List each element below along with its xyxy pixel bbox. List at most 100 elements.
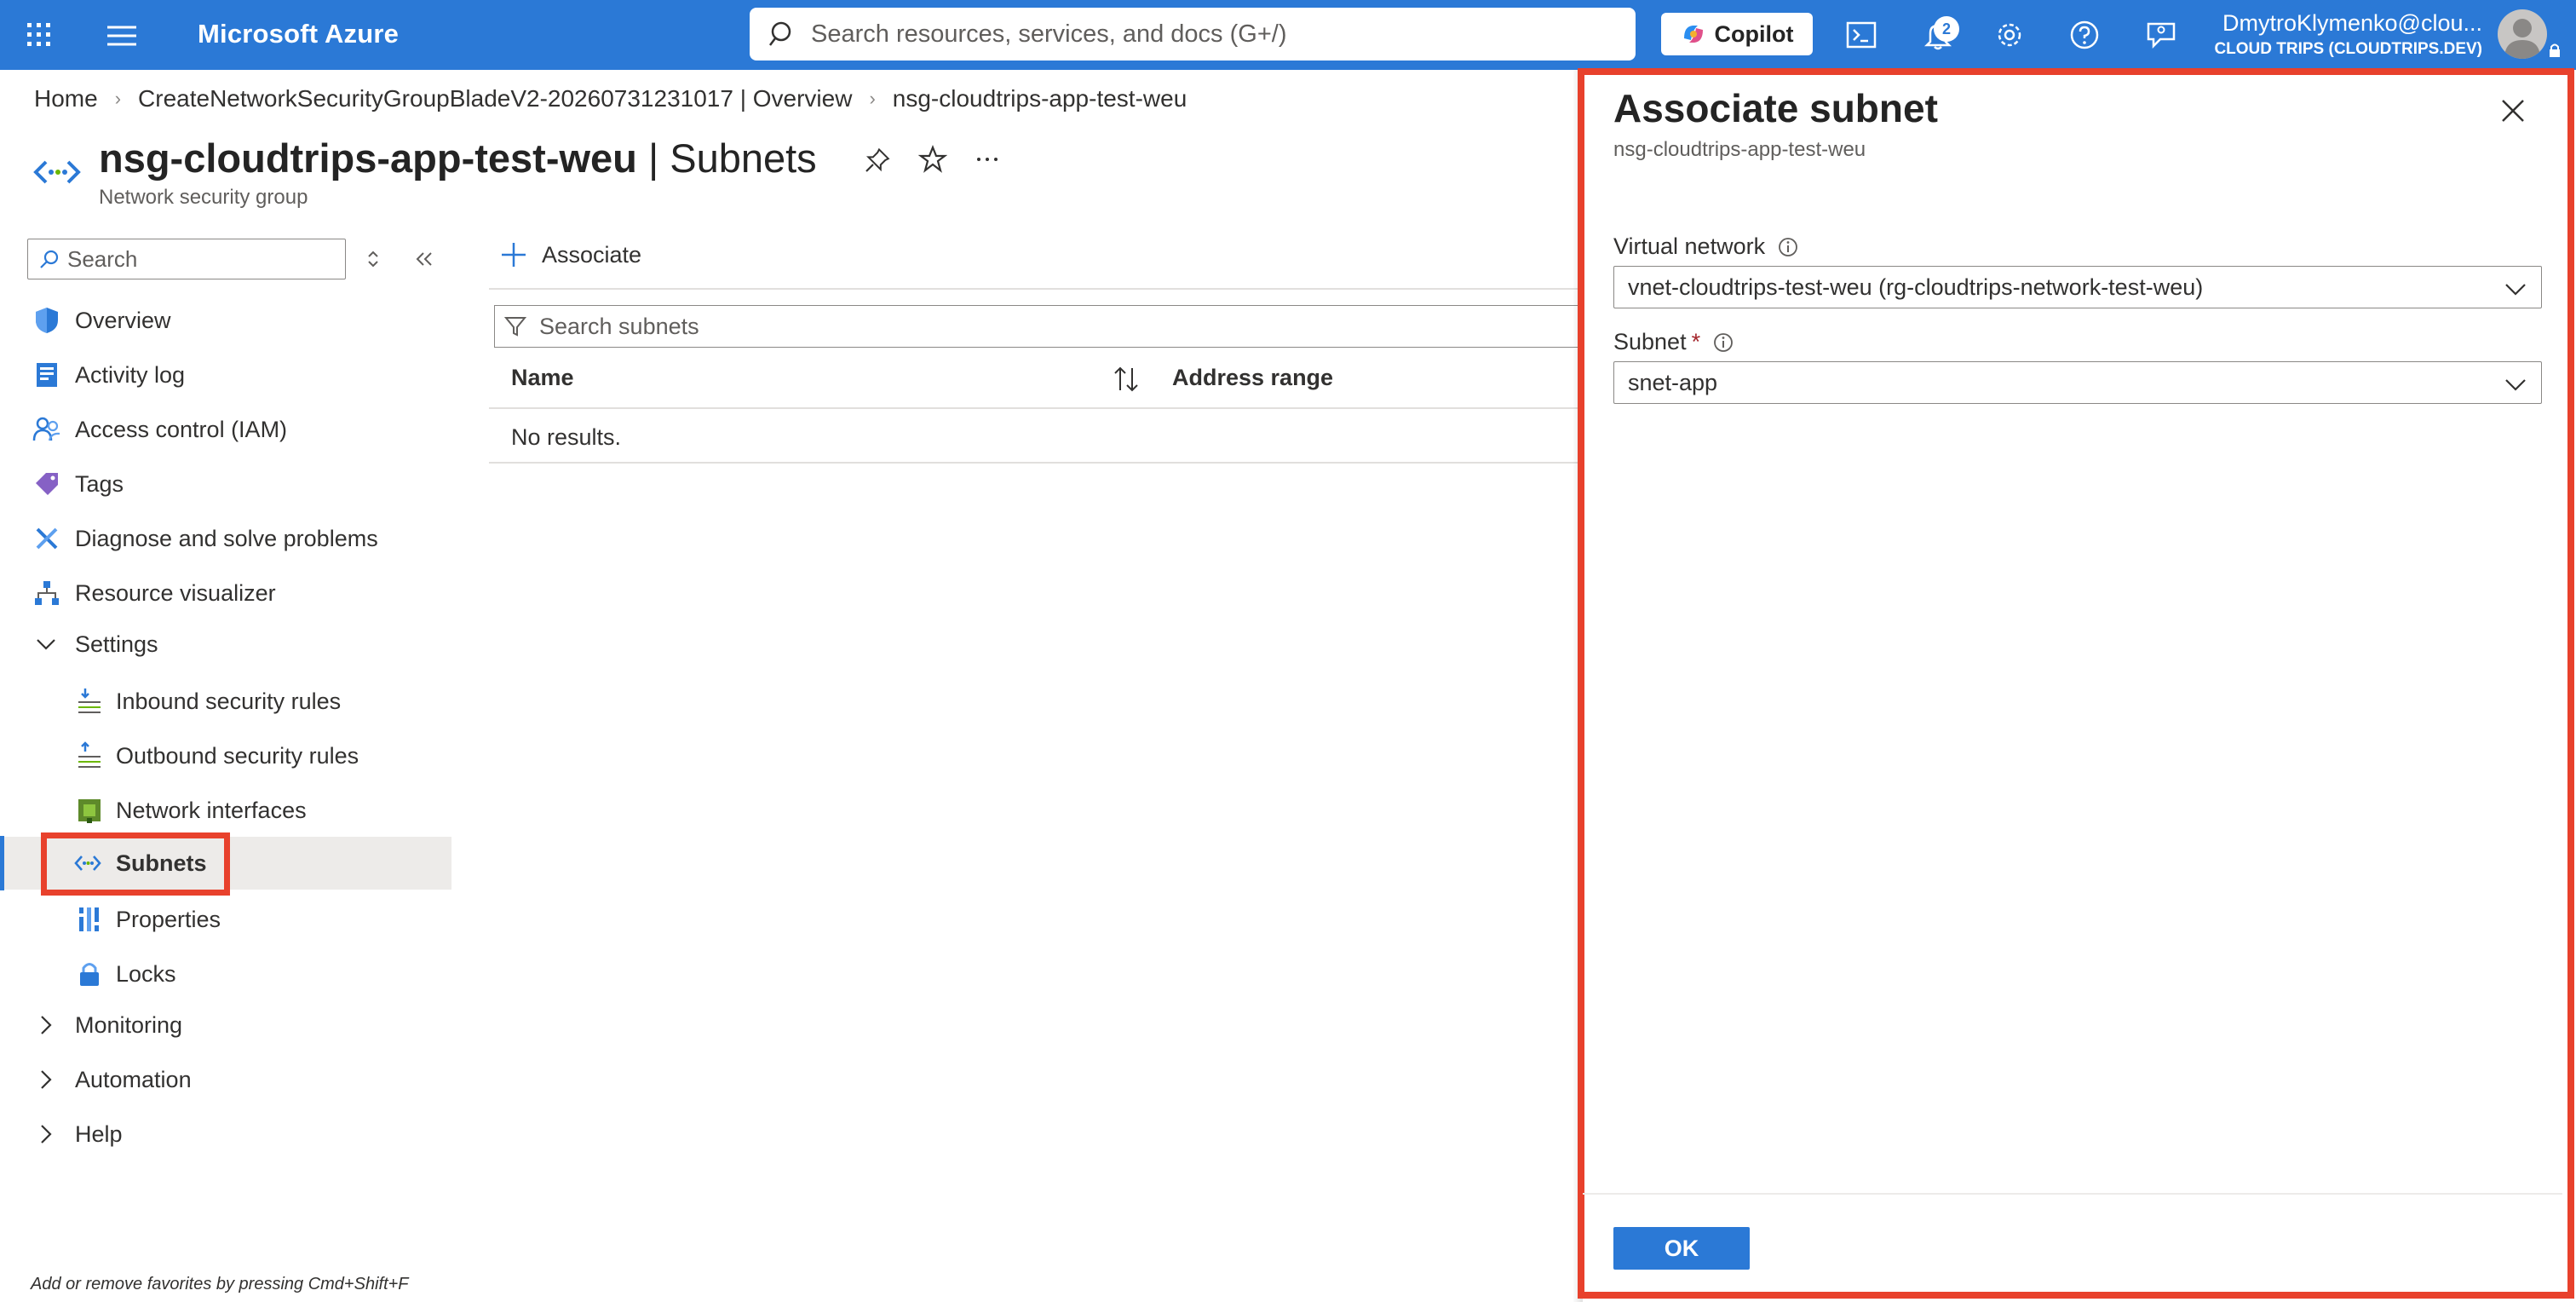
sidebar-item-outbound-rules[interactable]: Outbound security rules — [0, 729, 451, 782]
chevron-right-icon — [41, 1125, 52, 1144]
chevron-down-icon — [2505, 284, 2526, 296]
virtual-network-label-text: Virtual network — [1613, 233, 1766, 259]
sort-icon[interactable] — [1111, 365, 1141, 394]
chevron-right-icon — [41, 1070, 52, 1089]
search-subnets-input[interactable]: Search subnets — [494, 305, 1601, 348]
app-launcher-icon[interactable] — [26, 21, 53, 49]
inbound-rules-icon — [78, 688, 101, 713]
sidebar-item-overview[interactable]: Overview — [0, 294, 451, 347]
breadcrumb-resource[interactable]: nsg-cloudtrips-app-test-weu — [893, 85, 1187, 112]
panel-subtitle: nsg-cloudtrips-app-test-weu — [1613, 138, 1866, 161]
sidebar-item-label: Monitoring — [75, 1011, 183, 1038]
menu-icon[interactable] — [106, 24, 138, 48]
page-title-resource: nsg-cloudtrips-app-test-weu — [99, 135, 637, 181]
sidebar-item-diagnose[interactable]: Diagnose and solve problems — [0, 512, 451, 565]
sidebar-item-inbound-rules[interactable]: Inbound security rules — [0, 675, 451, 728]
star-icon[interactable] — [918, 145, 947, 174]
pin-icon[interactable] — [864, 145, 893, 174]
page-title-section: | Subnets — [636, 135, 817, 181]
shield-icon — [36, 308, 58, 333]
panel-footer-divider — [1583, 1193, 2562, 1195]
sidebar-item-label: Locks — [116, 960, 176, 987]
top-bar: Microsoft Azure Search resources, servic… — [0, 0, 2576, 70]
copilot-logo-icon — [1683, 26, 1703, 43]
sidebar-group-help[interactable]: Help — [0, 1108, 451, 1161]
sidebar-item-label: Help — [75, 1121, 123, 1147]
avatar[interactable] — [2498, 9, 2547, 59]
sidebar-group-automation[interactable]: Automation — [0, 1053, 451, 1106]
sidebar-item-label: Tags — [75, 470, 124, 497]
sidebar-item-label: Settings — [75, 631, 158, 657]
info-icon[interactable] — [1777, 236, 1799, 258]
sidebar-item-activity-log[interactable]: Activity log — [0, 349, 451, 401]
brand-title[interactable]: Microsoft Azure — [198, 19, 399, 49]
associate-button[interactable]: Associate — [499, 240, 641, 269]
sidebar-item-label: Properties — [116, 906, 221, 932]
breadcrumb-deployment[interactable]: CreateNetworkSecurityGroupBladeV2-202607… — [138, 85, 852, 112]
close-icon[interactable] — [2498, 95, 2528, 126]
plus-icon — [502, 243, 526, 267]
required-marker: * — [1691, 329, 1701, 354]
nsg-subnet-icon — [33, 160, 81, 184]
chevron-down-icon — [2505, 379, 2526, 391]
user-silhouette-icon — [2504, 19, 2540, 59]
sidebar-item-properties[interactable]: Properties — [0, 893, 451, 946]
selected-indicator — [0, 836, 4, 890]
activity-log-icon — [37, 363, 57, 387]
global-search-input[interactable]: Search resources, services, and docs (G+… — [750, 8, 1636, 60]
panel-title: Associate subnet — [1613, 86, 1938, 130]
sidebar-item-resource-visualizer[interactable]: Resource visualizer — [0, 567, 451, 619]
lock-icon — [2550, 43, 2560, 57]
associate-label: Associate — [542, 241, 642, 268]
properties-icon — [78, 907, 101, 931]
sidebar-group-settings[interactable]: Settings — [0, 618, 451, 671]
sidebar-item-label: Inbound security rules — [116, 688, 342, 714]
sidebar-group-monitoring[interactable]: Monitoring — [0, 999, 451, 1051]
sidebar-item-label: Overview — [75, 307, 171, 333]
collapse-sidebar-icon[interactable] — [412, 247, 436, 271]
search-placeholder: Search resources, services, and docs (G+… — [811, 20, 1287, 48]
notification-count-badge: 2 — [1934, 16, 1959, 42]
virtual-network-dropdown[interactable]: vnet-cloudtrips-test-weu (rg-cloudtrips-… — [1613, 266, 2542, 308]
page-title: nsg-cloudtrips-app-test-weu | Subnets — [99, 135, 817, 181]
favorites-hint: Add or remove favorites by pressing Cmd+… — [31, 1275, 409, 1293]
cloud-shell-icon[interactable] — [1845, 19, 1877, 51]
subnet-value: snet-app — [1628, 369, 1718, 395]
column-header-address-range[interactable]: Address range — [1172, 365, 1333, 391]
nav-search-input[interactable]: Search — [27, 239, 346, 279]
account-tenant: CLOUD TRIPS (CLOUDTRIPS.DEV) — [2214, 40, 2482, 58]
tag-icon — [36, 473, 58, 495]
sidebar-item-label: Automation — [75, 1066, 192, 1092]
chevron-right-icon: › — [114, 88, 122, 109]
chevron-right-icon: › — [869, 88, 876, 109]
search-icon — [769, 21, 791, 46]
sidebar-item-label: Diagnose and solve problems — [75, 525, 378, 551]
column-header-name[interactable]: Name — [511, 365, 574, 391]
subnet-dropdown[interactable]: snet-app — [1613, 361, 2542, 404]
sidebar-item-label: Network interfaces — [116, 797, 307, 823]
gear-icon[interactable] — [1993, 19, 2026, 51]
help-icon[interactable] — [2068, 19, 2101, 51]
sidebar-item-label: Outbound security rules — [116, 742, 359, 769]
page-subtitle: Network security group — [99, 186, 308, 209]
virtual-network-label: Virtual network — [1613, 233, 1799, 260]
sidebar-item-label: Activity log — [75, 361, 186, 388]
sidebar-item-tags[interactable]: Tags — [0, 458, 451, 510]
copilot-button[interactable]: Copilot — [1661, 13, 1813, 55]
breadcrumb-home[interactable]: Home — [34, 85, 98, 112]
sidebar-item-network-interfaces[interactable]: Network interfaces — [0, 784, 451, 837]
expand-collapse-icon[interactable] — [361, 247, 385, 271]
ok-button[interactable]: OK — [1613, 1227, 1750, 1270]
info-icon[interactable] — [1712, 331, 1734, 354]
divider — [489, 407, 1579, 409]
chevron-down-icon — [37, 639, 55, 650]
virtual-network-value: vnet-cloudtrips-test-weu (rg-cloudtrips-… — [1628, 274, 2204, 300]
feedback-icon[interactable] — [2145, 19, 2177, 51]
sidebar-item-access-control[interactable]: Access control (IAM) — [0, 403, 451, 456]
account-menu[interactable]: DmytroKlymenko@clou... CLOUD TRIPS (CLOU… — [2214, 10, 2482, 59]
lock-icon — [80, 963, 99, 986]
sidebar-item-locks[interactable]: Locks — [0, 948, 451, 1000]
outbound-rules-icon — [78, 741, 101, 768]
divider — [489, 288, 1579, 290]
more-options-icon[interactable] — [973, 145, 1002, 174]
